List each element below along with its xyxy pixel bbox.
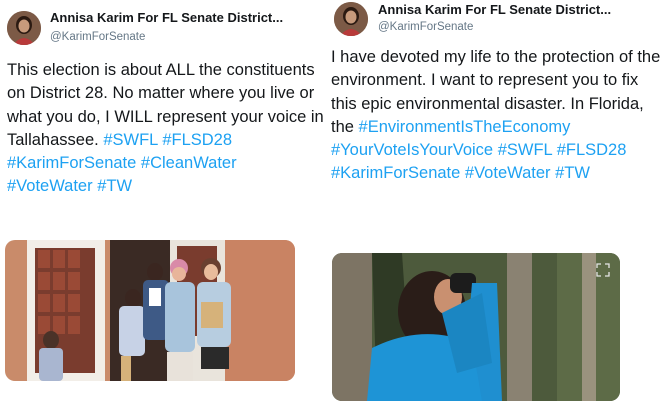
- hashtag-link[interactable]: #KarimForSenate: [7, 154, 136, 172]
- hashtag-link[interactable]: #FLSD28: [162, 131, 232, 149]
- author-name[interactable]: Annisa Karim For FL Senate District...: [50, 10, 283, 25]
- avatar[interactable]: [334, 2, 368, 36]
- avatar-image: [334, 2, 368, 36]
- hashtag-link[interactable]: #EnvironmentIsTheEconomy: [359, 118, 571, 136]
- tweet-text: This election is about ALL the constitue…: [7, 59, 325, 199]
- hashtag-link[interactable]: #SWFL: [103, 131, 157, 149]
- author-name[interactable]: Annisa Karim For FL Senate District...: [378, 2, 611, 17]
- hashtag-link[interactable]: #FLSD28: [557, 141, 627, 159]
- hashtag-link[interactable]: #VoteWater: [465, 164, 551, 182]
- hashtag-link[interactable]: #TW: [97, 177, 132, 195]
- photo-woman-binoculars: [332, 253, 620, 401]
- expand-icon[interactable]: [596, 263, 610, 277]
- tweet-photo[interactable]: [5, 240, 295, 381]
- photo-group-at-door: [5, 240, 295, 381]
- hashtag-link[interactable]: #VoteWater: [7, 177, 93, 195]
- avatar-image: [7, 11, 41, 45]
- author-handle[interactable]: @KarimForSenate: [378, 21, 473, 33]
- hashtag-link[interactable]: #SWFL: [498, 141, 552, 159]
- hashtag-link[interactable]: #CleanWater: [141, 154, 237, 172]
- hashtag-link[interactable]: #TW: [555, 164, 590, 182]
- avatar[interactable]: [7, 11, 41, 45]
- tweet-photo[interactable]: [332, 253, 620, 401]
- tweet-text: I have devoted my life to the protection…: [331, 46, 661, 186]
- author-handle[interactable]: @KarimForSenate: [50, 31, 145, 43]
- hashtag-link[interactable]: #YourVoteIsYourVoice: [331, 141, 493, 159]
- hashtag-link[interactable]: #KarimForSenate: [331, 164, 460, 182]
